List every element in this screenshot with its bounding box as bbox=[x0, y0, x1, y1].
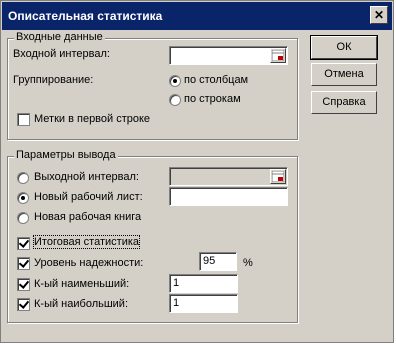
input-range-field[interactable] bbox=[169, 46, 288, 65]
range-select-icon bbox=[272, 171, 284, 182]
labels-first-row-checkbox[interactable] bbox=[17, 113, 30, 126]
kth-smallest-field[interactable]: 1 bbox=[169, 274, 238, 293]
input-range-collapse-button[interactable] bbox=[270, 48, 286, 63]
confidence-level-label[interactable]: Уровень надежности: bbox=[34, 257, 143, 269]
output-range-collapse-button[interactable] bbox=[270, 169, 286, 184]
percent-sign: % bbox=[243, 257, 253, 269]
kth-smallest-label[interactable]: К-ый наименьший: bbox=[34, 278, 129, 290]
dialog-title: Описательная статистика bbox=[8, 9, 163, 23]
input-range-label: Входной интервал: bbox=[13, 48, 110, 60]
cancel-button[interactable]: Отмена bbox=[311, 63, 377, 86]
kth-smallest-checkbox[interactable] bbox=[17, 278, 30, 291]
kth-largest-checkbox[interactable] bbox=[17, 298, 30, 311]
group-by-columns-radio[interactable] bbox=[169, 75, 181, 87]
output-range-radio[interactable] bbox=[17, 172, 29, 184]
group-by-rows-radio[interactable] bbox=[169, 94, 181, 106]
close-button[interactable]: ✕ bbox=[370, 6, 388, 24]
kth-largest-field[interactable]: 1 bbox=[169, 294, 238, 313]
output-range-label[interactable]: Выходной интервал: bbox=[34, 171, 139, 183]
new-worksheet-label[interactable]: Новый рабочий лист: bbox=[34, 191, 143, 203]
new-worksheet-radio[interactable] bbox=[17, 192, 29, 204]
new-worksheet-name-field[interactable] bbox=[169, 187, 288, 206]
close-icon: ✕ bbox=[373, 8, 385, 22]
range-select-icon bbox=[272, 50, 284, 61]
group-by-columns-label[interactable]: по столбцам bbox=[184, 74, 248, 86]
output-range-field[interactable] bbox=[169, 167, 288, 186]
group-by-rows-label[interactable]: по строкам bbox=[184, 93, 241, 105]
grouping-label: Группирование: bbox=[13, 74, 94, 86]
descriptive-statistics-dialog: Описательная статистика ✕ Входные данные… bbox=[0, 0, 394, 343]
help-button[interactable]: Справка bbox=[311, 91, 377, 114]
confidence-level-checkbox[interactable] bbox=[17, 257, 30, 270]
new-workbook-label[interactable]: Новая рабочая книга bbox=[34, 211, 141, 223]
summary-statistics-label[interactable]: Итоговая статистика bbox=[32, 235, 141, 249]
kth-largest-label[interactable]: К-ый наибольший: bbox=[34, 298, 128, 310]
output-group-title: Параметры вывода bbox=[14, 149, 118, 161]
input-group-title: Входные данные bbox=[14, 31, 105, 43]
summary-statistics-checkbox[interactable] bbox=[17, 237, 30, 250]
new-workbook-radio[interactable] bbox=[17, 212, 29, 224]
labels-first-row-label[interactable]: Метки в первой строке bbox=[34, 113, 150, 125]
confidence-level-field[interactable]: 95 bbox=[199, 252, 237, 271]
title-bar[interactable]: Описательная статистика ✕ bbox=[2, 2, 392, 30]
ok-button[interactable]: ОК bbox=[310, 35, 378, 60]
